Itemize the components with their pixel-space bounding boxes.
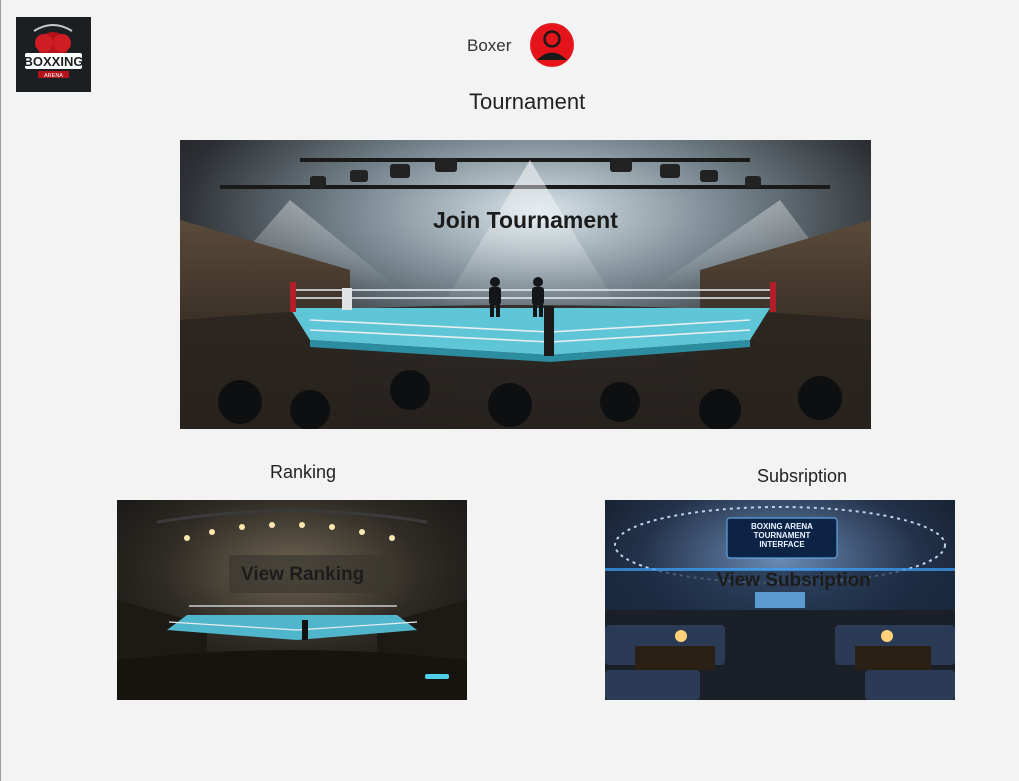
ranking-section-title: Ranking bbox=[270, 462, 337, 482]
view-subscription-card[interactable]: BOXING ARENA TOURNAMENT INTERFACE View S… bbox=[605, 500, 955, 700]
screen-text-line3: INTERFACE bbox=[759, 540, 805, 549]
role-label: Boxer bbox=[467, 36, 512, 55]
view-subscription-button[interactable]: View Subsription bbox=[717, 570, 871, 592]
arena-ring-image bbox=[180, 140, 871, 429]
subscription-arena-image: BOXING ARENA TOURNAMENT INTERFACE bbox=[605, 500, 955, 700]
screen-text-line1: BOXING ARENA bbox=[751, 522, 813, 531]
view-ranking-button[interactable]: View Ranking bbox=[241, 564, 364, 586]
boxxing-arena-logo: BOXXING ARENA bbox=[16, 17, 91, 92]
screen-text-line2: TOURNAMENT bbox=[754, 531, 811, 540]
view-ranking-card[interactable]: View Ranking bbox=[117, 500, 467, 700]
logo-text: BOXXING bbox=[24, 54, 84, 69]
ranking-ring-image bbox=[117, 500, 467, 700]
join-tournament-button[interactable]: Join Tournament bbox=[433, 207, 618, 234]
join-tournament-card[interactable]: Join Tournament bbox=[180, 140, 871, 429]
user-avatar-icon[interactable] bbox=[530, 23, 574, 67]
page-title: Tournament bbox=[469, 89, 586, 114]
subscription-section-title: Subsription bbox=[757, 466, 848, 486]
logo-subtext: ARENA bbox=[44, 73, 63, 79]
